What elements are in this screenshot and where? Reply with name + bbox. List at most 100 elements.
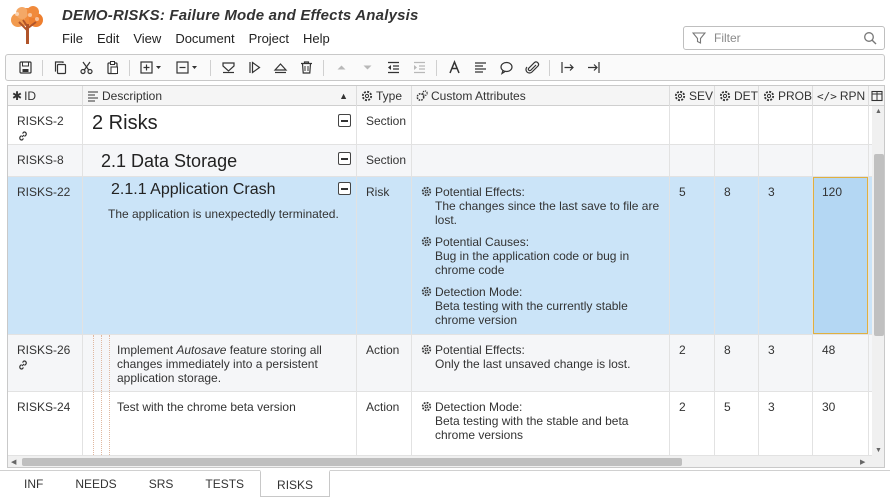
table-row-selected[interactable]: RISKS-22 2.1.1 Application Crash The app… — [8, 177, 872, 335]
save-icon[interactable] — [12, 57, 38, 79]
header-id[interactable]: ✱ ID — [8, 86, 83, 106]
sev-value[interactable]: 2 — [679, 400, 686, 414]
header-type[interactable]: Type — [357, 86, 412, 106]
scroll-up-icon[interactable]: ▲ — [875, 108, 882, 115]
prob-value[interactable]: 3 — [768, 400, 775, 414]
sort-ascending-icon[interactable]: ▲ — [339, 86, 348, 106]
attribute-detection-mode: Detection Mode: Beta testing with the st… — [421, 400, 666, 442]
go-in-icon[interactable] — [554, 57, 580, 79]
row-id: RISKS-2 — [17, 114, 64, 128]
tab-inf[interactable]: INF — [8, 471, 59, 498]
move-up-icon[interactable] — [328, 57, 354, 79]
row-description: Implement Autosave feature storing all c… — [117, 343, 322, 385]
header-custom-attributes[interactable]: Custom Attributes — [412, 86, 670, 106]
column-chooser[interactable] — [869, 86, 884, 106]
row-id: RISKS-26 — [17, 343, 71, 357]
det-value[interactable]: 5 — [724, 400, 731, 414]
cut-icon[interactable] — [73, 57, 99, 79]
horizontal-scroll-thumb[interactable] — [22, 458, 682, 466]
attachment-icon[interactable] — [519, 57, 545, 79]
link-icon[interactable] — [17, 359, 29, 371]
go-end-icon[interactable] — [580, 57, 606, 79]
rpn-cell-focused[interactable]: 120 — [813, 177, 868, 334]
expand-icon[interactable] — [267, 57, 293, 79]
sev-value[interactable]: 5 — [679, 185, 686, 199]
collapse-icon[interactable] — [338, 152, 351, 165]
gear-icon — [763, 90, 775, 102]
attribute-potential-effects: Potential Effects: The changes since the… — [421, 185, 666, 227]
tab-needs[interactable]: NEEDS — [59, 471, 132, 498]
delete-icon[interactable] — [293, 57, 319, 79]
comment-icon[interactable] — [493, 57, 519, 79]
app-title: DEMO-RISKS: Failure Mode and Effects Ana… — [62, 7, 419, 24]
paste-icon[interactable] — [99, 57, 125, 79]
align-icon[interactable] — [467, 57, 493, 79]
gear-icon — [421, 344, 432, 355]
code-icon: </> — [817, 90, 837, 103]
det-value[interactable]: 8 — [724, 343, 731, 357]
filter-box — [683, 26, 885, 50]
menu-file[interactable]: File — [55, 30, 90, 48]
next-icon[interactable] — [241, 57, 267, 79]
scroll-down-icon[interactable]: ▼ — [875, 447, 882, 454]
header-rpn[interactable]: </> RPN — [813, 86, 869, 106]
toolbar-separator — [42, 59, 43, 76]
row-id: RISKS-24 — [17, 400, 71, 414]
menu-edit[interactable]: Edit — [90, 30, 126, 48]
rpn-value[interactable]: 48 — [822, 343, 835, 357]
prob-value[interactable]: 3 — [768, 343, 775, 357]
menu-view[interactable]: View — [126, 30, 168, 48]
scroll-left-icon[interactable]: ◀ — [11, 458, 16, 466]
det-value[interactable]: 8 — [724, 185, 731, 199]
vertical-scrollbar[interactable]: ▲ ▼ — [872, 106, 884, 456]
row-type: Action — [366, 400, 400, 414]
indent-icon[interactable] — [406, 57, 432, 79]
filter-input[interactable] — [714, 31, 854, 45]
scroll-right-icon[interactable]: ▶ — [860, 458, 865, 466]
table-row[interactable]: RISKS-8 2.1 Data Storage Section — [8, 145, 872, 177]
move-down-icon[interactable] — [354, 57, 380, 79]
tab-risks[interactable]: RISKS — [260, 470, 331, 497]
tab-srs[interactable]: SRS — [133, 471, 190, 498]
link-icon[interactable] — [17, 130, 29, 142]
collapse-icon[interactable] — [338, 182, 351, 195]
search-icon[interactable] — [863, 31, 877, 45]
menu-help[interactable]: Help — [296, 30, 337, 48]
copy-icon[interactable] — [47, 57, 73, 79]
gear-icon — [421, 286, 432, 297]
header-description[interactable]: Description ▲ — [83, 86, 357, 106]
row-heading: 2 Risks — [92, 112, 158, 134]
tree-logo-icon — [11, 6, 43, 44]
vertical-scroll-thumb[interactable] — [874, 154, 884, 336]
sev-value[interactable]: 2 — [679, 343, 686, 357]
remove-row-dropdown-icon[interactable] — [170, 57, 206, 79]
header-sev[interactable]: SEV — [670, 86, 715, 106]
outdent-icon[interactable] — [380, 57, 406, 79]
lines-icon — [88, 91, 98, 102]
gear-icon — [421, 401, 432, 412]
table-row[interactable]: RISKS-24 Test with the chrome beta versi… — [8, 392, 872, 456]
tab-tests[interactable]: TESTS — [189, 471, 260, 498]
menu-project[interactable]: Project — [242, 30, 296, 48]
toolbar-separator — [436, 59, 437, 76]
indent-guide — [109, 335, 110, 391]
table-row[interactable]: RISKS-26 Implement Autosave feature stor… — [8, 335, 872, 392]
header-prob[interactable]: PROB — [759, 86, 813, 106]
add-row-dropdown-icon[interactable] — [134, 57, 170, 79]
collapse-icon[interactable] — [338, 114, 351, 127]
attribute-potential-effects: Potential Effects: Only the last unsaved… — [421, 343, 666, 371]
header-det[interactable]: DET — [715, 86, 759, 106]
filter-rows-icon[interactable] — [215, 57, 241, 79]
table-row[interactable]: RISKS-2 2 Risks Section — [8, 106, 872, 145]
row-id: RISKS-8 — [17, 153, 64, 167]
row-type: Action — [366, 343, 400, 357]
menu-document[interactable]: Document — [168, 30, 241, 48]
horizontal-scrollbar[interactable]: ◀ ▶ — [8, 456, 884, 467]
rpn-value[interactable]: 30 — [822, 400, 835, 414]
gear-icon — [674, 90, 686, 102]
prob-value[interactable]: 3 — [768, 185, 775, 199]
font-icon[interactable] — [441, 57, 467, 79]
row-id: RISKS-22 — [17, 185, 71, 199]
indent-guide — [101, 335, 102, 391]
row-description: Test with the chrome beta version — [117, 400, 296, 414]
